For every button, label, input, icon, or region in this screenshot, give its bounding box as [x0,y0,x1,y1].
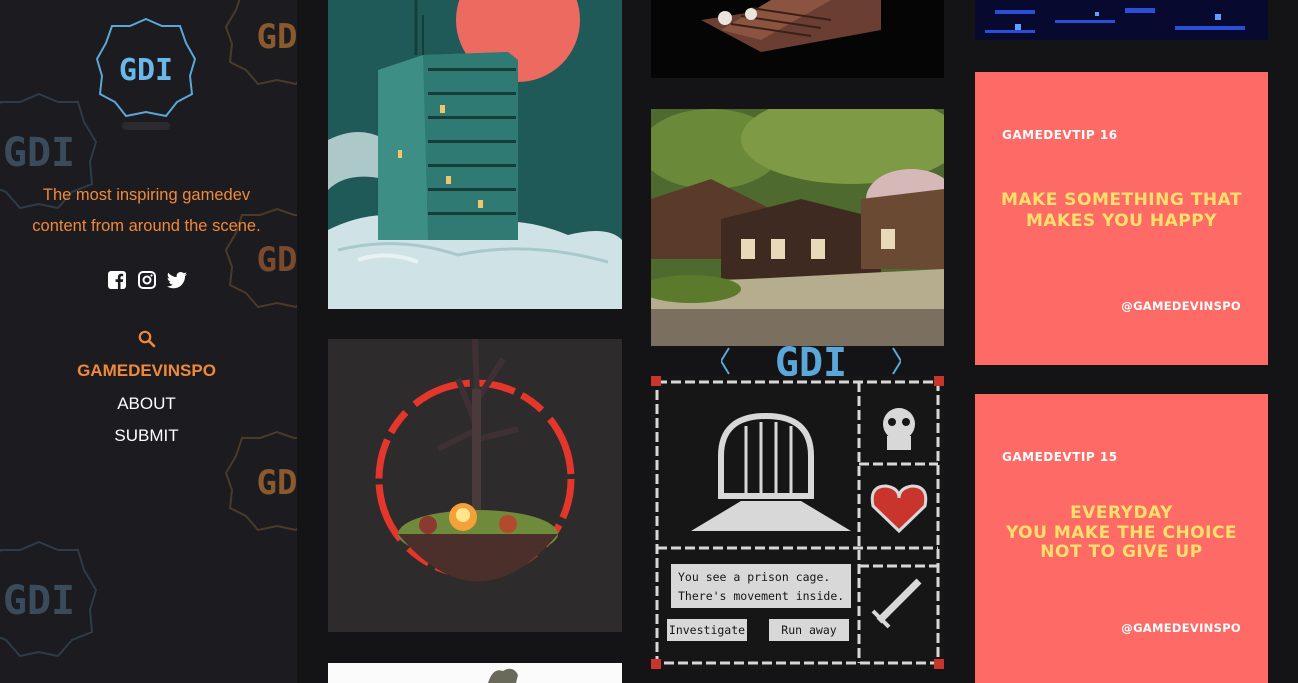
instagram-icon[interactable] [137,270,157,290]
tip-handle: @GAMEDEVINSPO [1121,299,1241,313]
tip-message: MAKE SOMETHING THAT MAKES YOU HAPPY [975,190,1268,232]
tagline-line: The most inspiring gamedev [42,186,251,204]
logo-icon: GDI [95,17,197,118]
svg-text:GDI: GDI [775,346,847,376]
nav-item-submit[interactable]: SUBMIT [0,423,293,456]
tip-line: YOU MAKE THE CHOICE [1005,522,1238,543]
tagline-line: content from around the scene. [32,217,261,235]
post-image-stairs[interactable] [651,0,944,78]
post-image-dungeon[interactable]: You see a prison cage. There's movement … [651,376,944,669]
tip-handle: @GAMEDEVINSPO [1121,621,1241,635]
site-logo[interactable]: GDI [94,16,198,126]
post-image-town[interactable] [651,109,944,346]
post-image-tower[interactable] [328,0,622,309]
post-grid: GDI You see a prison cage. There's movem… [297,0,1298,683]
dialog-line: You see a prison cage. [678,570,831,584]
dialog-line: There's movement inside. [678,589,845,603]
logo-shadow [122,122,170,130]
tip-number: GAMEDEVTIP 15 [1002,450,1118,464]
run-away-button[interactable]: Run away [769,623,849,637]
main-nav: GAMEDEVINSPO ABOUT SUBMIT [0,358,293,456]
nav-item-about[interactable]: ABOUT [0,391,293,424]
svg-text:GDI: GDI [3,130,75,176]
twitter-icon[interactable] [166,270,187,290]
svg-text:GDI: GDI [3,578,75,624]
investigate-button[interactable]: Investigate [667,623,747,637]
background-logo-icon: GDI [0,538,106,664]
tagline: The most inspiring gamedev content from … [0,180,293,242]
tip-line: EVERYDAY [1070,503,1173,523]
post-image-blue-scene[interactable] [975,0,1268,40]
svg-text:GD: GD [257,463,297,503]
search-icon[interactable] [137,329,157,349]
nav-item-gamedevinspo[interactable]: GAMEDEVINSPO [0,358,293,391]
tip-line: MAKES YOU HAPPY [1025,211,1217,231]
tip-number: GAMEDEVTIP 16 [1002,128,1118,142]
svg-text:GD: GD [257,17,297,57]
post-image-partial[interactable] [328,663,622,683]
dungeon-dialog: You see a prison cage. There's movement … [678,568,844,606]
sidebar: GD GDI GD GD GDI GDI The most inspiring … [0,0,297,683]
logo-text: GDI [119,53,173,88]
tip-line: MAKE SOMETHING THAT [1000,190,1242,210]
logo-peek-icon: GDI [721,346,901,376]
social-links [0,270,293,290]
post-tip-15[interactable]: GAMEDEVTIP 15 EVERYDAY YOU MAKE THE CHOI… [975,394,1268,683]
tip-message: EVERYDAY YOU MAKE THE CHOICE NOT TO GIVE… [975,503,1268,563]
tip-line: NOT TO GIVE UP [1040,542,1203,562]
facebook-icon[interactable] [107,270,127,290]
post-tip-16[interactable]: GAMEDEVTIP 16 MAKE SOMETHING THAT MAKES … [975,72,1268,365]
background-logo-icon: GD [222,0,297,92]
post-image-bonfire[interactable] [328,339,622,632]
